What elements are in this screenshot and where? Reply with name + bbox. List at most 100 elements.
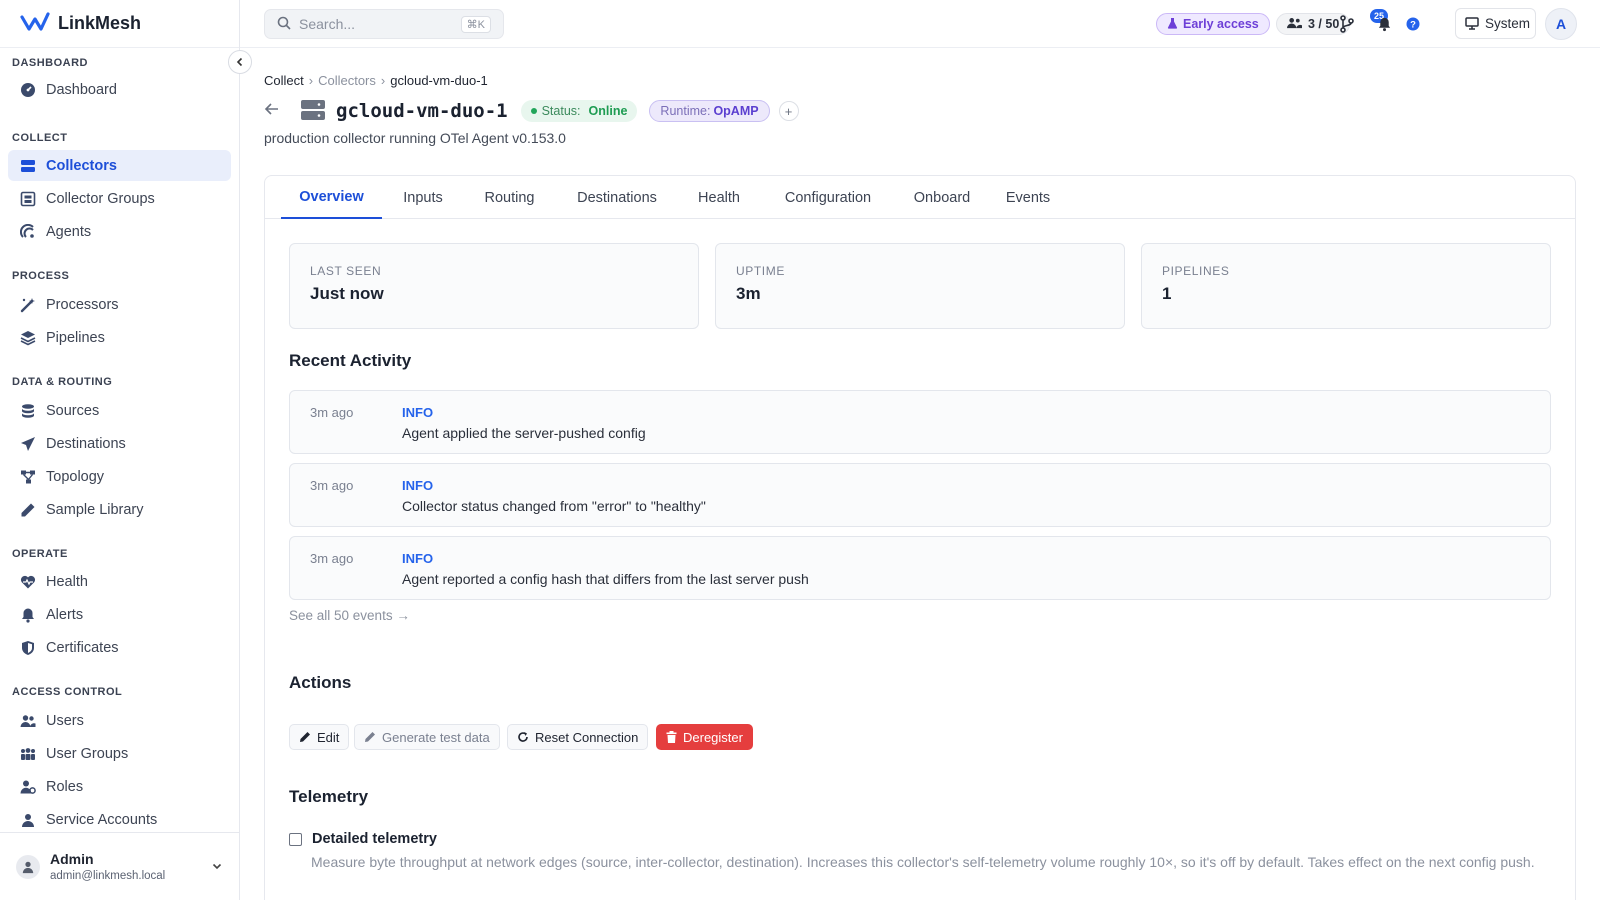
brand-name: LinkMesh [58, 13, 142, 33]
page-header: gcloud-vm-duo-1 Status: Online Runtime: … [264, 98, 799, 124]
sidebar-item-label: Destinations [46, 435, 126, 452]
detailed-telemetry-label[interactable]: Detailed telemetry [312, 831, 437, 847]
sidebar-item-collector-groups[interactable]: Collector Groups [8, 183, 231, 214]
breadcrumb-current: gcloud-vm-duo-1 [390, 73, 488, 88]
page-title: gcloud-vm-duo-1 [336, 100, 508, 122]
tab-overview[interactable]: Overview [281, 176, 382, 219]
see-all-events-link[interactable]: See all 50 events → [289, 608, 410, 623]
sample-library-icon [20, 502, 36, 518]
sources-icon [20, 403, 36, 419]
tab-onboard[interactable]: Onboard [897, 176, 987, 219]
agents-icon [20, 223, 36, 240]
stat-card-last-seen: LAST SEEN Just now [289, 243, 699, 329]
activity-time: 3m ago [310, 405, 354, 420]
tab-events[interactable]: Events [987, 176, 1069, 219]
list-item[interactable]: 3m ago INFO Agent reported a config hash… [289, 536, 1551, 600]
dashboard-icon [20, 82, 36, 98]
section-title-data-routing: DATA & ROUTING [12, 376, 113, 388]
sidebar-item-processors[interactable]: Processors [8, 289, 231, 320]
section-title-process: PROCESS [12, 270, 70, 282]
sidebar-item-sources[interactable]: Sources [8, 395, 231, 426]
user-menu[interactable]: Admin admin@linkmesh.local [0, 832, 239, 900]
user-email: admin@linkmesh.local [50, 870, 166, 882]
tab-routing[interactable]: Routing [464, 176, 555, 219]
generate-test-data-button[interactable]: Generate test data [354, 724, 500, 750]
sidebar-item-collectors[interactable]: Collectors [8, 150, 231, 181]
activity-message: Agent reported a config hash that differ… [402, 571, 809, 587]
collector-groups-icon [20, 191, 36, 207]
refresh-icon [518, 732, 528, 742]
notifications-button[interactable] [1374, 14, 1394, 34]
monitor-icon [1465, 17, 1479, 30]
processors-icon [20, 297, 36, 313]
svg-text:?: ? [1410, 20, 1416, 31]
status-badge: Status: Online [520, 100, 638, 122]
breadcrumb-collect[interactable]: Collect [264, 73, 304, 88]
stat-card-pipelines: PIPELINES 1 [1141, 243, 1551, 329]
list-item[interactable]: 3m ago INFO Collector status changed fro… [289, 463, 1551, 527]
account-avatar-button[interactable]: A [1545, 8, 1577, 40]
activity-level: INFO [402, 405, 434, 420]
sidebar-item-label: Collector Groups [46, 190, 155, 207]
users-icon [1287, 17, 1302, 32]
pencil-icon [365, 732, 375, 742]
sidebar-item-roles[interactable]: Roles [8, 771, 231, 802]
back-arrow-icon[interactable] [264, 102, 284, 121]
sidebar-item-label: Roles [46, 778, 84, 795]
breadcrumb-separator: › [380, 73, 386, 88]
git-branch-button[interactable] [1337, 14, 1357, 34]
sidebar-item-label: Sources [46, 402, 100, 419]
detailed-telemetry-description: Measure byte throughput at network edges… [311, 854, 1535, 870]
sidebar-item-health[interactable]: Health [8, 566, 231, 597]
section-title-access-control: ACCESS CONTROL [12, 686, 123, 698]
alerts-icon [20, 607, 36, 623]
roles-icon [20, 779, 36, 795]
help-icon: ? [1406, 17, 1420, 31]
brand[interactable]: LinkMesh [0, 0, 239, 48]
pipelines-icon [20, 330, 36, 346]
theme-selector-button[interactable]: System [1455, 8, 1536, 39]
git-branch-icon [1340, 15, 1354, 33]
sidebar-item-label: Agents [46, 223, 92, 240]
sidebar-item-label: User Groups [46, 745, 129, 762]
status-value: Online [588, 104, 628, 118]
sidebar-item-label: Alerts [46, 606, 84, 623]
section-title-operate: OPERATE [12, 548, 68, 560]
early-access-badge[interactable]: Early access [1156, 13, 1270, 35]
sidebar-item-sample-library[interactable]: Sample Library [8, 494, 231, 525]
tab-health[interactable]: Health [679, 176, 759, 219]
tab-configuration[interactable]: Configuration [759, 176, 897, 219]
breadcrumb-collectors[interactable]: Collectors [318, 73, 376, 88]
topology-icon [20, 469, 36, 485]
help-button[interactable]: ? [1403, 14, 1423, 34]
detailed-telemetry-checkbox[interactable] [289, 832, 302, 846]
sidebar-item-user-groups[interactable]: User Groups [8, 738, 231, 769]
sidebar-item-label: Users [46, 712, 84, 729]
sidebar-item-service-accounts[interactable]: Service Accounts [8, 804, 231, 831]
collapse-sidebar-button[interactable] [228, 50, 252, 74]
sidebar-item-topology[interactable]: Topology [8, 461, 231, 492]
search-input[interactable]: Search... ⌘K [264, 9, 504, 39]
sidebar-item-users[interactable]: Users [8, 705, 231, 736]
tab-inputs[interactable]: Inputs [382, 176, 464, 219]
generate-label: Generate test data [382, 729, 490, 745]
section-title-collect: COLLECT [12, 132, 68, 144]
sidebar-item-agents[interactable]: Agents [8, 216, 231, 247]
theme-label: System [1485, 16, 1531, 31]
sidebar-item-dashboard[interactable]: Dashboard [8, 74, 231, 105]
section-title-dashboard: DASHBOARD [12, 57, 88, 69]
sidebar-item-certificates[interactable]: Certificates [8, 632, 231, 663]
tab-destinations[interactable]: Destinations [555, 176, 679, 219]
reset-connection-button[interactable]: Reset Connection [507, 724, 649, 750]
sidebar-item-alerts[interactable]: Alerts [8, 599, 231, 630]
sidebar-item-destinations[interactable]: Destinations [8, 428, 231, 459]
add-tag-button[interactable]: + [778, 101, 799, 121]
sidebar-item-label: Topology [46, 468, 105, 485]
edit-button[interactable]: Edit [289, 724, 350, 750]
deregister-button[interactable]: Deregister [656, 724, 753, 750]
service-accounts-icon [20, 812, 36, 828]
list-item[interactable]: 3m ago INFO Agent applied the server-pus… [289, 390, 1551, 454]
stat-label: UPTIME [736, 264, 785, 278]
sidebar-item-pipelines[interactable]: Pipelines [8, 322, 231, 353]
activity-level: INFO [402, 478, 434, 493]
